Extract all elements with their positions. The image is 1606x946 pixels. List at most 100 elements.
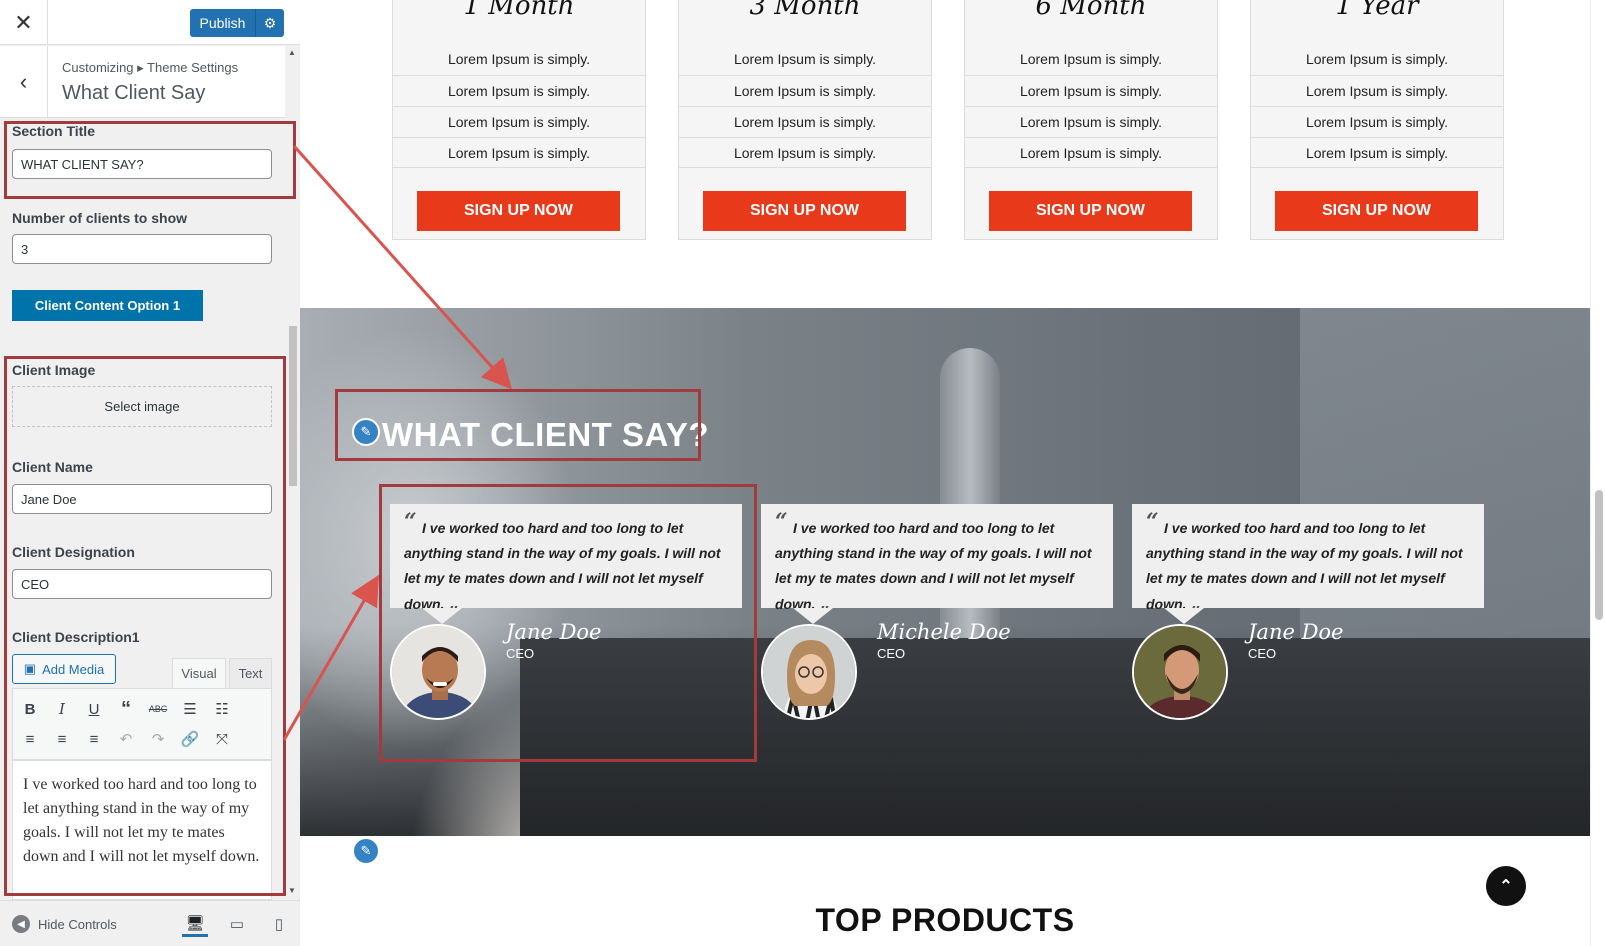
pricing-row: Lorem Ipsum is simply. — [1019, 51, 1163, 67]
publish-button[interactable]: Publish ⚙ — [190, 9, 284, 37]
site-preview: 1 Month Lorem Ipsum is simply. Lorem Ips… — [300, 0, 1590, 946]
client-name: Michele Doe — [877, 620, 1011, 644]
add-media-button[interactable]: ▣ Add Media — [12, 654, 116, 684]
client-designation-label: Client Designation — [12, 544, 135, 560]
pricing-row: Lorem Ipsum is simply. — [1251, 137, 1503, 168]
editor-toolbar: B I U “ ABC ☰ ☷ ≡ ≡ ≡ ↶ ↷ 🔗 ⤧ — [12, 688, 272, 760]
numbered-list-icon[interactable]: ☷ — [207, 695, 237, 723]
client-designation: CEO — [877, 646, 906, 661]
hide-controls-button[interactable]: ◀ Hide Controls — [12, 915, 117, 933]
tablet-preview-icon[interactable]: ▭ — [224, 911, 250, 937]
redo-icon[interactable]: ↷ — [143, 725, 173, 753]
edit-pencil-icon[interactable]: ✎ — [352, 837, 380, 865]
client-name: Jane Doe — [1248, 620, 1344, 644]
gear-icon[interactable]: ⚙ — [256, 15, 284, 32]
media-icon: ▣ — [23, 661, 37, 676]
open-quote-icon: “ — [404, 509, 417, 535]
mobile-preview-icon[interactable]: ▯ — [266, 911, 292, 937]
testimonial-quote: “ I ve worked too hard and too long to l… — [390, 504, 742, 614]
pricing-row: Lorem Ipsum is simply. — [1251, 106, 1503, 137]
customizer-footer: ◀ Hide Controls 🖥 ▭ ▯ — [0, 900, 300, 946]
testimonial-quote: “ I ve worked too hard and too long to l… — [1132, 504, 1484, 614]
pricing-row: Lorem Ipsum is simply. — [733, 51, 877, 67]
scroll-up-icon[interactable]: ▲ — [288, 48, 296, 57]
undo-icon[interactable]: ↶ — [111, 725, 141, 753]
avatar — [761, 624, 857, 720]
section-title-input[interactable] — [12, 149, 272, 179]
signup-button[interactable]: SIGN UP NOW — [417, 191, 620, 231]
breadcrumb: Customizing ▸ Theme Settings — [62, 60, 239, 75]
scroll-thumb[interactable] — [289, 326, 297, 486]
align-left-icon[interactable]: ≡ — [15, 725, 45, 753]
avatar — [1132, 624, 1228, 720]
pricing-row: Lorem Ipsum is simply. — [447, 51, 591, 67]
quote-pointer — [1164, 608, 1204, 624]
client-name-input[interactable] — [12, 484, 272, 514]
pricing-card: 6 Month Lorem Ipsum is simply. Lorem Ips… — [964, 0, 1218, 240]
customizer-sidebar: ✕ Publish ⚙ ‹ Customizing ▸ Theme Settin… — [0, 0, 300, 946]
open-quote-icon: “ — [775, 509, 788, 535]
client-name: Jane Doe — [506, 620, 602, 644]
select-image-button[interactable]: Select image — [12, 386, 272, 427]
num-clients-input[interactable] — [12, 234, 272, 264]
underline-icon[interactable]: U — [79, 695, 109, 723]
hide-controls-icon: ◀ — [12, 915, 30, 933]
tab-visual[interactable]: Visual — [172, 658, 226, 688]
client-designation-input[interactable] — [12, 569, 272, 599]
signup-button[interactable]: SIGN UP NOW — [1275, 191, 1478, 231]
pricing-row: Lorem Ipsum is simply. — [393, 137, 645, 168]
background-sink — [520, 638, 1590, 836]
pricing-card: 1 Month Lorem Ipsum is simply. Lorem Ips… — [392, 0, 646, 240]
signup-button[interactable]: SIGN UP NOW — [989, 191, 1192, 231]
avatar-image — [392, 626, 484, 718]
sidebar-scrollbar[interactable]: ▲ ▼ — [286, 46, 300, 898]
pricing-title: 6 Month — [1035, 0, 1147, 21]
pricing-row: Lorem Ipsum is simply. — [679, 137, 931, 168]
open-quote-icon: “ — [1146, 509, 1159, 535]
scroll-down-icon[interactable]: ▼ — [288, 886, 296, 895]
publish-label: Publish — [190, 9, 256, 37]
italic-icon[interactable]: I — [47, 695, 77, 723]
pricing-row: Lorem Ipsum is simply. — [1305, 51, 1449, 67]
align-center-icon[interactable]: ≡ — [47, 725, 77, 753]
signup-button[interactable]: SIGN UP NOW — [703, 191, 906, 231]
description-editor[interactable]: I ve worked too hard and too long to let… — [12, 760, 272, 900]
link-icon[interactable]: 🔗 — [175, 725, 205, 753]
back-icon[interactable]: ‹ — [0, 46, 48, 118]
pricing-row: Lorem Ipsum is simply. — [679, 75, 931, 106]
pricing-row: Lorem Ipsum is simply. — [679, 106, 931, 137]
align-right-icon[interactable]: ≡ — [79, 725, 109, 753]
client-content-option-button[interactable]: Client Content Option 1 — [12, 290, 203, 321]
tab-text[interactable]: Text — [229, 658, 272, 688]
testimonial-quote: “ I ve worked too hard and too long to l… — [761, 504, 1113, 614]
client-name-label: Client Name — [12, 459, 93, 475]
strikethrough-icon[interactable]: ABC — [143, 695, 173, 723]
close-icon[interactable]: ✕ — [0, 0, 48, 45]
pricing-title: 3 Month — [749, 0, 861, 21]
pricing-card: 3 Month Lorem Ipsum is simply. Lorem Ips… — [678, 0, 932, 240]
section-title-label: Section Title — [12, 123, 95, 139]
pricing-row: Lorem Ipsum is simply. — [393, 106, 645, 137]
pricing-card: 1 Year Lorem Ipsum is simply. Lorem Ipsu… — [1250, 0, 1504, 240]
num-clients-label: Number of clients to show — [12, 210, 188, 226]
client-description-label: Client Description1 — [12, 629, 140, 645]
window-scrollbar[interactable] — [1590, 0, 1606, 946]
pricing-row: Lorem Ipsum is simply. — [965, 106, 1217, 137]
client-image-label: Client Image — [12, 362, 96, 378]
customizer-header: ✕ Publish ⚙ — [0, 0, 300, 45]
pricing-row: Lorem Ipsum is simply. — [393, 75, 645, 106]
quote-pointer — [422, 608, 462, 624]
bold-icon[interactable]: B — [15, 695, 45, 723]
pricing-row: Lorem Ipsum is simply. — [1251, 75, 1503, 106]
fullscreen-icon[interactable]: ⤧ — [207, 725, 237, 753]
pricing-row: Lorem Ipsum is simply. — [965, 75, 1217, 106]
edit-pencil-icon[interactable]: ✎ — [352, 418, 380, 446]
scroll-to-top-icon[interactable]: ⌃ — [1486, 866, 1526, 906]
window-scroll-thumb[interactable] — [1595, 490, 1603, 620]
client-designation: CEO — [1248, 646, 1277, 661]
section-title: What Client Say — [62, 82, 206, 104]
blockquote-icon[interactable]: “ — [111, 695, 141, 723]
bullet-list-icon[interactable]: ☰ — [175, 695, 205, 723]
pricing-row: Lorem Ipsum is simply. — [965, 137, 1217, 168]
desktop-preview-icon[interactable]: 🖥 — [182, 911, 208, 937]
